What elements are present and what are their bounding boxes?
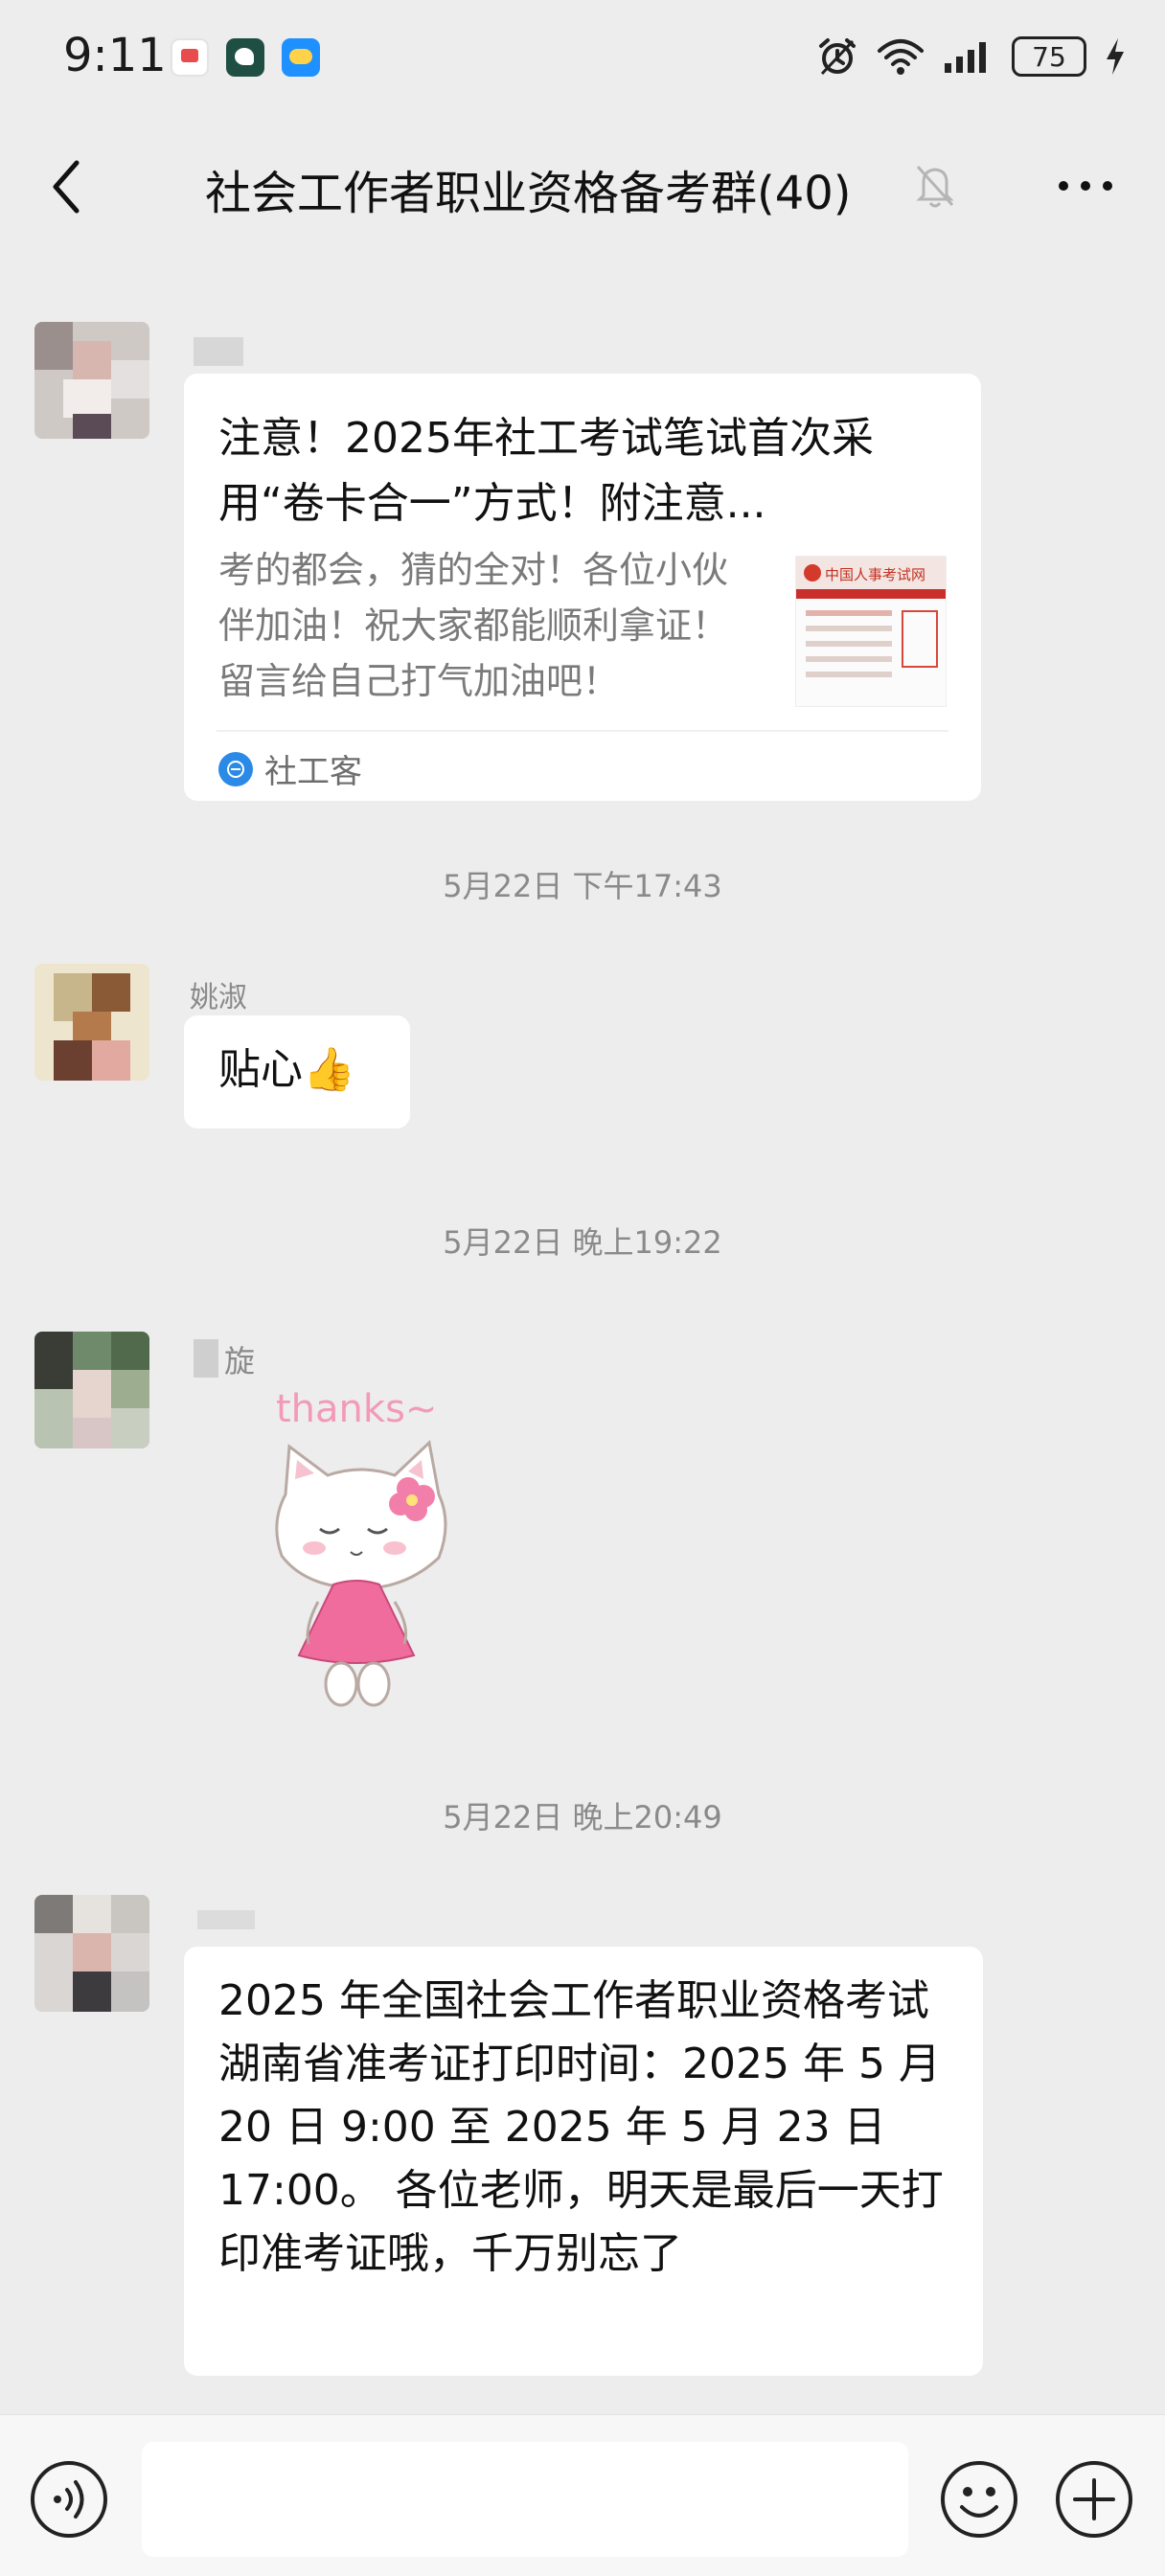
sender-name: 姚淑	[190, 981, 247, 1014]
sender-name: 旋	[224, 1343, 256, 1379]
avatar[interactable]	[34, 964, 149, 1081]
emoji-icon[interactable]	[939, 2459, 1019, 2540]
link-card[interactable]: 注意！2025年社工考试笔试首次采用“卷卡合一”方式！附注意... 考的都会，猜…	[184, 374, 981, 801]
card-title: 注意！2025年社工考试笔试首次采用“卷卡合一”方式！附注意...	[218, 414, 874, 528]
app-notification-icon	[226, 38, 264, 77]
message-text: 贴心👍	[218, 1045, 355, 1094]
white-cat-sticker: thanks~	[275, 1387, 447, 1707]
timestamp: 5月22日 下午17:43	[443, 868, 722, 904]
more-icon[interactable]	[1052, 165, 1119, 207]
avatar[interactable]	[34, 1895, 149, 2012]
card-description: 考的都会，猜的全对！各位小伙伴加油！祝大家都能顺利拿证！留言给自己打气加油吧！	[218, 549, 729, 702]
mute-icon	[916, 165, 954, 208]
avatar[interactable]	[34, 1332, 149, 1448]
message-text: 2025 年全国社会工作者职业资格考试湖南省准考证打印时间：2025 年 5 月…	[218, 1976, 944, 2278]
back-icon[interactable]	[38, 153, 96, 220]
sticker[interactable]: thanks~	[251, 1379, 471, 1734]
card-source: 社工客	[218, 745, 362, 792]
message-bubble[interactable]: 2025 年全国社会工作者职业资格考试湖南省准考证打印时间：2025 年 5 月…	[184, 1947, 983, 2376]
plus-icon[interactable]	[1054, 2459, 1134, 2540]
chat-header: 社会工作者职业资格备考群(40)	[0, 115, 1165, 259]
status-bar: 9:11 75	[0, 0, 1165, 115]
sender-name-blurred	[194, 337, 243, 366]
alarm-icon	[819, 38, 856, 76]
signal-icon	[945, 42, 986, 73]
input-bar	[0, 2414, 1165, 2576]
status-time: 9:11	[63, 29, 167, 82]
voice-icon[interactable]	[29, 2459, 109, 2540]
card-thumbnail: 中国人事考试网	[795, 556, 947, 707]
wifi-icon	[878, 39, 924, 75]
calendar-notification-icon	[171, 38, 209, 77]
weather-notification-icon	[282, 38, 320, 77]
battery-icon: 75	[1012, 36, 1086, 77]
message-bubble[interactable]: 贴心👍	[184, 1015, 410, 1128]
avatar[interactable]	[34, 322, 149, 439]
sender-name-blurred	[194, 1339, 218, 1378]
chat-title: 社会工作者职业资格备考群(40)	[205, 167, 852, 220]
timestamp: 5月22日 晚上20:49	[443, 1799, 722, 1835]
source-name: 社工客	[264, 753, 362, 791]
card-divider	[217, 730, 948, 732]
status-icons: 75	[816, 33, 1127, 80]
charging-icon	[1107, 38, 1124, 75]
sender-name-blurred	[197, 1910, 255, 1929]
message-input[interactable]	[142, 2442, 908, 2557]
source-account-icon	[218, 751, 253, 786]
battery-level: 75	[1032, 40, 1066, 73]
timestamp: 5月22日 晚上19:22	[443, 1224, 722, 1261]
thumbnail-site-name: 中国人事考试网	[825, 566, 926, 583]
sticker-caption: thanks~	[276, 1387, 437, 1431]
